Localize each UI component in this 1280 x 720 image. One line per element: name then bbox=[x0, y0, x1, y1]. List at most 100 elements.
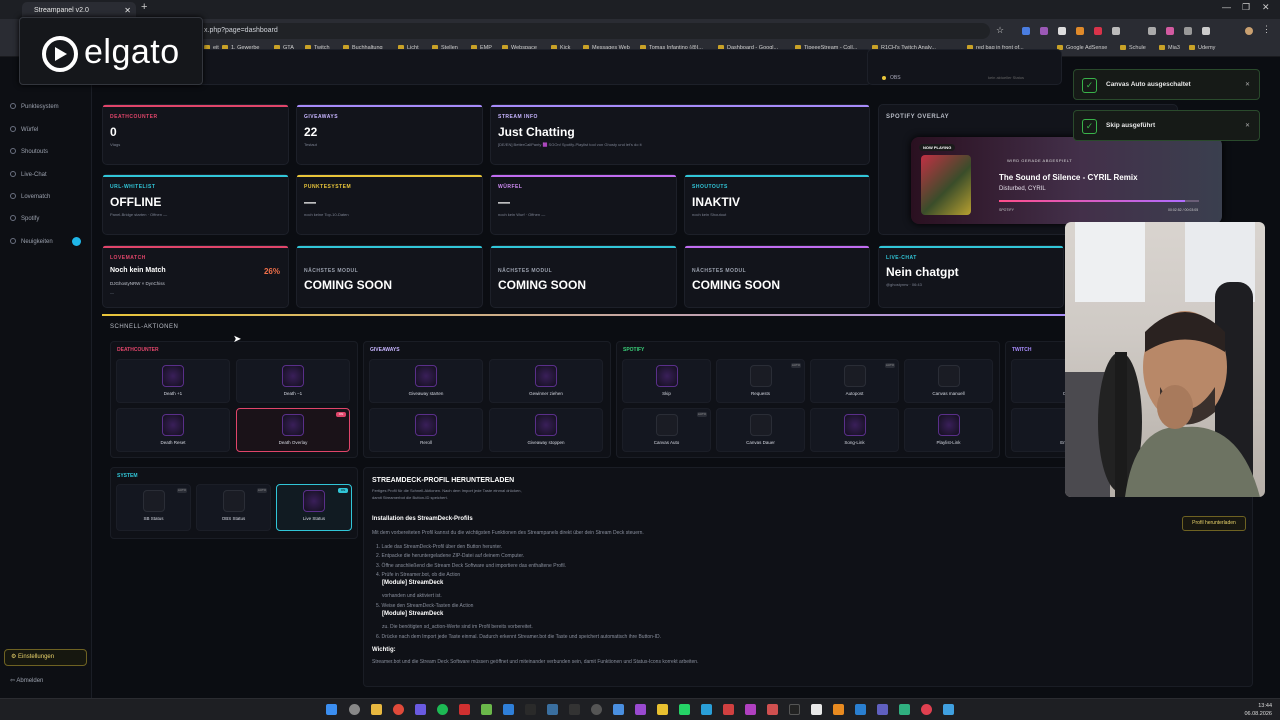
obs-status-button[interactable]: AUTO OBS Status bbox=[196, 484, 271, 531]
card-next-module-2[interactable]: NÄCHSTES MODUL COMING SOON bbox=[490, 245, 677, 308]
giveaway-start-button[interactable]: Giveaway starten bbox=[369, 359, 483, 403]
sb-status-button[interactable]: AUTO SB Status bbox=[116, 484, 191, 531]
card-shoutouts[interactable]: SHOUTOUTS INAKTIV noch kein Shoutout bbox=[684, 174, 870, 235]
extension-icon[interactable] bbox=[1184, 27, 1192, 35]
app-icon[interactable] bbox=[877, 704, 888, 715]
extension-icon[interactable] bbox=[1076, 27, 1084, 35]
app-icon[interactable] bbox=[657, 704, 668, 715]
browser-menu-icon[interactable]: ⋮ bbox=[1262, 24, 1271, 35]
sidebar-item-lovematch[interactable]: Lovematch bbox=[10, 193, 50, 200]
sidebar-item-punktesystem[interactable]: Punktesystem bbox=[10, 103, 59, 110]
bookmark[interactable]: Google AdSense bbox=[1057, 45, 1107, 51]
extension-icon[interactable] bbox=[1022, 27, 1030, 35]
bookmark[interactable]: Schule bbox=[1120, 45, 1146, 51]
playlist-link-button[interactable]: Playlist-Link bbox=[904, 408, 993, 452]
skip-button[interactable]: Skip bbox=[622, 359, 711, 403]
sidebar-item-neuigkeiten[interactable]: Neuigkeiten bbox=[10, 238, 53, 245]
app-icon[interactable] bbox=[569, 704, 580, 715]
download-profile-button[interactable]: Profil herunterladen bbox=[1182, 516, 1246, 531]
death-overlay-button[interactable]: ON Death Overlay bbox=[236, 408, 350, 452]
extensions-menu-icon[interactable] bbox=[1202, 27, 1210, 35]
app-icon[interactable] bbox=[767, 704, 778, 715]
canvas-auto-button[interactable]: AUTO Canvas Auto bbox=[622, 408, 711, 452]
profile-avatar[interactable] bbox=[1245, 27, 1253, 35]
death-minus-button[interactable]: Death −1 bbox=[236, 359, 350, 403]
new-tab-icon[interactable]: + bbox=[141, 1, 147, 13]
live-status-button[interactable]: ON Live Status bbox=[276, 484, 352, 531]
extension-icon[interactable] bbox=[1112, 27, 1120, 35]
card-wuerfel[interactable]: WÜRFEL — noch kein Wurf · Offnen — bbox=[490, 174, 677, 235]
death-reset-button[interactable]: Death Reset bbox=[116, 408, 230, 452]
extension-icon[interactable] bbox=[1058, 27, 1066, 35]
app-icon[interactable] bbox=[701, 704, 712, 715]
app-icon[interactable] bbox=[459, 704, 470, 715]
card-giveaways[interactable]: GIVEAWAYS 22 Testaut bbox=[296, 104, 483, 165]
app-icon[interactable] bbox=[613, 704, 624, 715]
twitch-emote-button[interactable]: Em bbox=[1011, 408, 1071, 452]
search-icon[interactable] bbox=[349, 704, 360, 715]
card-lovematch[interactable]: LOVEMATCH Noch kein Match 26% DJGhostyNR… bbox=[102, 245, 289, 308]
app-icon[interactable] bbox=[635, 704, 646, 715]
steam-icon[interactable] bbox=[547, 704, 558, 715]
app-icon[interactable] bbox=[481, 704, 492, 715]
important-text: Streamer.bot und die Stream Deck Softwar… bbox=[372, 659, 699, 665]
requests-button[interactable]: AUTO Requests bbox=[716, 359, 805, 403]
spotify-icon[interactable] bbox=[437, 704, 448, 715]
chrome-icon[interactable] bbox=[393, 704, 404, 715]
card-next-module-3[interactable]: NÄCHSTES MODUL COMING SOON bbox=[684, 245, 870, 308]
app-icon[interactable] bbox=[811, 704, 822, 715]
card-next-module-1[interactable]: NÄCHSTES MODUL COMING SOON bbox=[296, 245, 483, 308]
extension-icon[interactable] bbox=[1148, 27, 1156, 35]
minimize-icon[interactable]: — bbox=[1222, 2, 1231, 12]
extension-icon[interactable] bbox=[1166, 27, 1174, 35]
reset-icon bbox=[162, 414, 184, 436]
canvas-manual-button[interactable]: Canvas manuell bbox=[904, 359, 993, 403]
app-icon[interactable] bbox=[525, 704, 536, 715]
app-icon[interactable] bbox=[943, 704, 954, 715]
app-icon[interactable] bbox=[855, 704, 866, 715]
extension-icon[interactable] bbox=[1040, 27, 1048, 35]
extension-icon[interactable] bbox=[1094, 27, 1102, 35]
vlc-icon[interactable] bbox=[833, 704, 844, 715]
draw-winner-button[interactable]: Gewinner ziehen bbox=[489, 359, 603, 403]
canvas-duration-button[interactable]: Canvas Dauer bbox=[716, 408, 805, 452]
app-icon[interactable] bbox=[899, 704, 910, 715]
giveaway-stop-button[interactable]: Giveaway stoppen bbox=[489, 408, 603, 452]
url-input[interactable]: x.php?page=dashboard bbox=[190, 23, 990, 39]
card-stream-info[interactable]: STREAM INFO Just Chatting [DE/EN] Better… bbox=[490, 104, 870, 165]
app-icon[interactable] bbox=[789, 704, 800, 715]
taskbar-clock[interactable]: 13:44 06.08.2026 bbox=[1244, 702, 1272, 718]
death-plus-button[interactable]: Death +1 bbox=[116, 359, 230, 403]
logout-button[interactable]: ⇦ Abmelden bbox=[10, 677, 43, 684]
maximize-icon[interactable]: ❐ bbox=[1242, 2, 1250, 13]
sidebar-item-wuerfel[interactable]: Würfel bbox=[10, 126, 38, 133]
card-punktesystem[interactable]: PUNKTESYSTEM — noch keine Top-10-Daten bbox=[296, 174, 483, 235]
button-label: Reroll bbox=[420, 440, 432, 445]
sidebar-item-spotify[interactable]: Spotify bbox=[10, 215, 39, 222]
card-url-whitelist[interactable]: URL-WHITELIST OFFLINE Panel-Bridge start… bbox=[102, 174, 289, 235]
vscode-icon[interactable] bbox=[503, 704, 514, 715]
reroll-button[interactable]: Reroll bbox=[369, 408, 483, 452]
sidebar-item-live-chat[interactable]: Live-Chat bbox=[10, 171, 47, 178]
settings-button[interactable]: ⚙ Einstellungen bbox=[4, 649, 87, 666]
song-link-button[interactable]: Song-Link bbox=[810, 408, 899, 452]
app-icon[interactable] bbox=[745, 704, 756, 715]
start-icon[interactable] bbox=[326, 704, 337, 715]
card-live-chat[interactable]: LIVE-CHAT Nein chatgpt @ghostynrw · 06:4… bbox=[878, 245, 1064, 308]
bookmark[interactable]: Udemy bbox=[1189, 45, 1215, 51]
bookmark[interactable]: Mia3 bbox=[1159, 45, 1180, 51]
discord-icon[interactable] bbox=[415, 704, 426, 715]
bookmark-star-icon[interactable]: ☆ bbox=[996, 25, 1004, 36]
twitch-clip-button[interactable]: Cl bbox=[1011, 359, 1071, 403]
close-window-icon[interactable]: ✕ bbox=[1262, 2, 1270, 13]
close-icon[interactable]: ✕ bbox=[1245, 81, 1250, 88]
autopost-button[interactable]: AUTO Autopost bbox=[810, 359, 899, 403]
whatsapp-icon[interactable] bbox=[679, 704, 690, 715]
close-icon[interactable]: ✕ bbox=[1245, 122, 1250, 129]
app-icon[interactable] bbox=[723, 704, 734, 715]
card-deathcounter[interactable]: DEATHCOUNTER 0 Vtags bbox=[102, 104, 289, 165]
app-icon[interactable] bbox=[921, 704, 932, 715]
obs-icon[interactable] bbox=[591, 704, 602, 715]
sidebar-item-shoutouts[interactable]: Shoutouts bbox=[10, 148, 48, 155]
folder-icon[interactable] bbox=[371, 704, 382, 715]
